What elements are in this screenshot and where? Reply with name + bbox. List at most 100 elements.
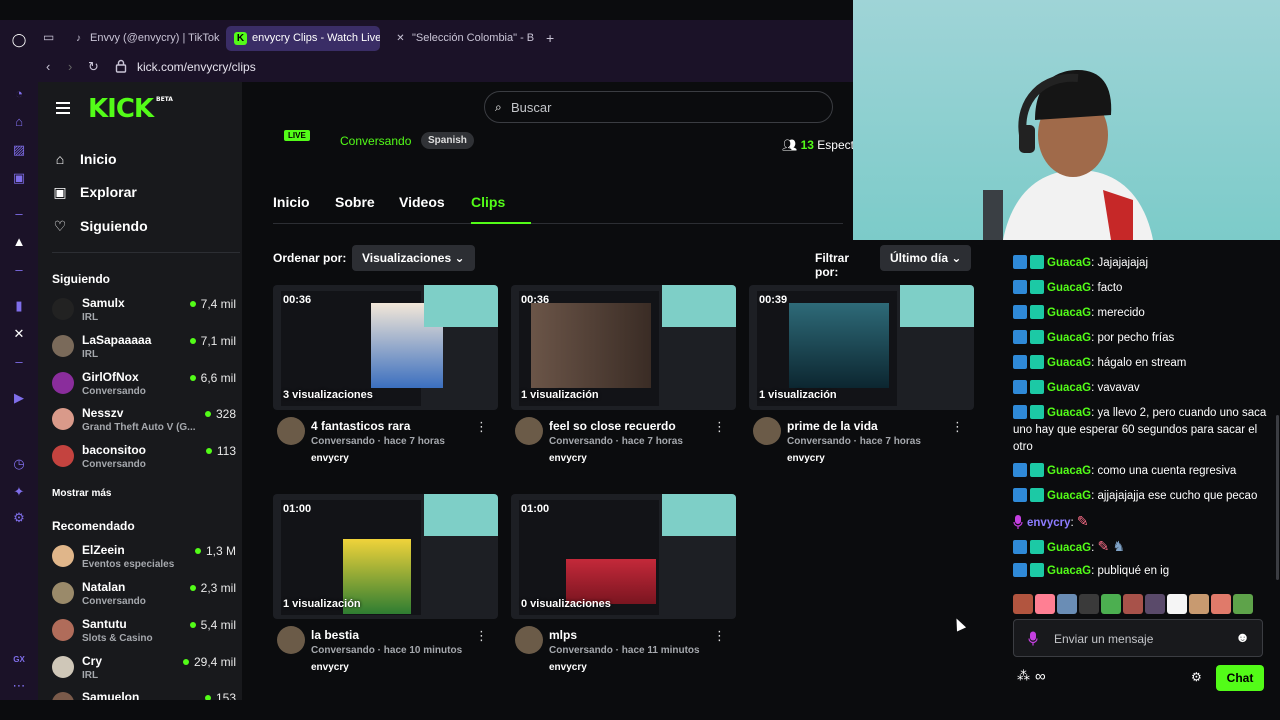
messenger-icon[interactable]: ▣ (11, 170, 27, 186)
kick-logo[interactable]: KICK BETA (88, 94, 173, 124)
url-text[interactable]: kick.com/envycry/clips (137, 60, 256, 74)
avatar[interactable] (515, 626, 543, 654)
clip-title[interactable]: la bestia (311, 628, 359, 642)
chat-username[interactable]: GuacaG (1047, 542, 1091, 554)
emote-icon[interactable] (1101, 594, 1121, 614)
points-icon[interactable]: ⁂ (1017, 668, 1030, 684)
chat-input-box[interactable]: ☻ (1013, 619, 1263, 657)
aria-icon[interactable]: ▲ (11, 234, 27, 250)
more-vertical-icon[interactable]: ⋮ (713, 628, 726, 644)
chat-send-button[interactable]: Chat (1216, 665, 1264, 691)
avatar[interactable] (753, 417, 781, 445)
menu-hamburger-icon[interactable] (56, 102, 70, 117)
chat-username[interactable]: GuacaG (1047, 257, 1091, 269)
clip-title[interactable]: feel so close recuerdo (549, 419, 676, 433)
chat-username[interactable]: GuacaG (1047, 332, 1091, 344)
stream-category[interactable]: Conversando (340, 134, 411, 148)
clip-user[interactable]: envycry (311, 453, 349, 464)
chat-username[interactable]: GuacaG (1047, 465, 1091, 477)
settings-gear-icon[interactable]: ⚙ (11, 510, 27, 526)
emote-icon[interactable] (1211, 594, 1231, 614)
emoji-smiley-icon[interactable]: ☻ (1235, 629, 1250, 645)
emote-icon[interactable] (1233, 594, 1253, 614)
forward-arrow-icon[interactable]: › (68, 59, 72, 74)
tab-clips[interactable]: Clips (471, 194, 505, 210)
back-arrow-icon[interactable]: ‹ (46, 59, 50, 74)
speed-dial-icon[interactable]: ◔ (11, 86, 27, 102)
chat-scrollbar[interactable] (1276, 415, 1279, 580)
settings-gear-icon[interactable]: ⚙ (1191, 670, 1202, 684)
chat-username[interactable]: GuacaG (1047, 407, 1091, 419)
emote-icon[interactable] (1145, 594, 1165, 614)
emote-icon[interactable] (1189, 594, 1209, 614)
opera-logo-icon[interactable]: ◯ (11, 32, 27, 48)
emote-icon[interactable] (1035, 594, 1055, 614)
chat-username[interactable]: GuacaG (1047, 565, 1091, 577)
emote-icon[interactable] (1013, 594, 1033, 614)
new-tab-plus-icon[interactable]: + (546, 30, 554, 46)
following-channel[interactable]: Samulx IRL 7,4 mil (52, 294, 240, 326)
tab-videos[interactable]: Videos (399, 194, 445, 210)
emote-icon[interactable] (1079, 594, 1099, 614)
language-tag[interactable]: Spanish (421, 132, 474, 149)
recommended-channel[interactable]: ElZeein Eventos especiales 1,3 M (52, 541, 240, 573)
chat-message-input[interactable] (1054, 630, 1234, 648)
clip-title[interactable]: 4 fantasticos rara (311, 419, 410, 433)
following-channel[interactable]: Nesszv Grand Theft Auto V (G... 328 (52, 404, 240, 436)
tab-kick[interactable]: K envycry Clips - Watch Live (226, 26, 380, 51)
clip-thumbnail[interactable]: 00:39 1 visualización (749, 285, 974, 410)
avatar[interactable] (277, 626, 305, 654)
recommended-channel[interactable]: Santutu Slots & Casino 5,4 mil (52, 615, 240, 647)
clip-thumbnail[interactable]: 00:36 3 visualizaciones (273, 285, 498, 410)
recommended-channel[interactable]: Natalan Conversando 2,3 mil (52, 578, 240, 610)
tab-x[interactable]: ✕ "Selección Colombia" - B (386, 26, 536, 51)
more-vertical-icon[interactable]: ⋮ (951, 419, 964, 435)
extensions-puzzle-icon[interactable]: ✦ (11, 484, 27, 500)
clip-user[interactable]: envycry (549, 662, 587, 673)
emote-icon[interactable] (1057, 594, 1077, 614)
search-box[interactable]: ⌕ (484, 91, 833, 123)
clip-user[interactable]: envycry (787, 453, 825, 464)
twitch-icon[interactable]: ▮ (11, 298, 27, 314)
emote-icon[interactable] (1123, 594, 1143, 614)
following-channel[interactable]: LaSapaaaaa IRL 7,1 mil (52, 331, 240, 363)
following-channel[interactable]: GirlOfNox Conversando 6,6 mil (52, 368, 240, 400)
clip-thumbnail[interactable]: 01:00 1 visualización (273, 494, 498, 619)
tab-inicio[interactable]: Inicio (273, 194, 310, 210)
clip-thumbnail[interactable]: 00:36 1 visualización (511, 285, 736, 410)
tab-tiktok[interactable]: ♪ Envvy (@envycry) | TikTok (64, 26, 224, 51)
nav-siguiendo[interactable]: ♡ Siguiendo (52, 218, 148, 235)
chat-username[interactable]: envycry (1027, 517, 1070, 529)
player-icon[interactable]: ▶ (11, 390, 27, 406)
chat-username[interactable]: GuacaG (1047, 282, 1091, 294)
search-input[interactable] (511, 98, 811, 116)
following-channel[interactable]: baconsitoo Conversando 113 (52, 441, 240, 473)
more-vertical-icon[interactable]: ⋮ (713, 419, 726, 435)
infinity-icon[interactable]: ∞ (1035, 668, 1046, 685)
clip-thumbnail[interactable]: 01:00 0 visualizaciones (511, 494, 736, 619)
more-vertical-icon[interactable]: ⋮ (475, 628, 488, 644)
chat-username[interactable]: GuacaG (1047, 490, 1091, 502)
clip-title[interactable]: prime de la vida (787, 419, 878, 433)
clip-user[interactable]: envycry (311, 662, 349, 673)
emote-icon[interactable] (1167, 594, 1187, 614)
tab-sobre[interactable]: Sobre (335, 194, 375, 210)
chat-username[interactable]: GuacaG (1047, 357, 1091, 369)
nav-inicio[interactable]: ⌂ Inicio (52, 151, 117, 167)
x-twitter-icon[interactable]: ✕ (11, 326, 27, 342)
clip-title[interactable]: mlps (549, 628, 577, 642)
extensions-icon[interactable]: ▨ (11, 142, 27, 158)
tab-island-icon[interactable]: ▭ (43, 30, 54, 44)
chat-username[interactable]: GuacaG (1047, 307, 1091, 319)
avatar[interactable] (277, 417, 305, 445)
more-icon[interactable]: ⋯ (11, 678, 27, 694)
more-vertical-icon[interactable]: ⋮ (475, 419, 488, 435)
order-dropdown[interactable]: Visualizaciones ⌄ (352, 245, 475, 271)
recommended-channel[interactable]: Cry IRL 29,4 mil (52, 652, 240, 684)
history-icon[interactable]: ◷ (11, 456, 27, 472)
chat-username[interactable]: GuacaG (1047, 382, 1091, 394)
show-more-link[interactable]: Mostrar más (52, 488, 111, 499)
clip-user[interactable]: envycry (549, 453, 587, 464)
avatar[interactable] (515, 417, 543, 445)
store-icon[interactable]: ⌂ (11, 114, 27, 130)
